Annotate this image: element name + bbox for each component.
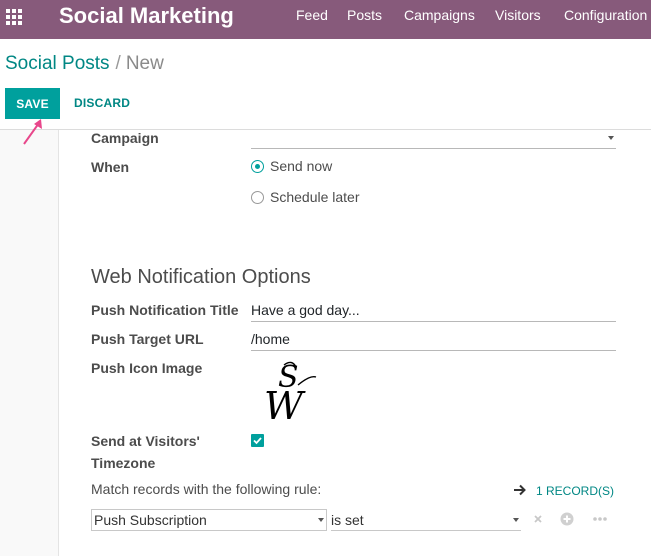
app-title[interactable]: Social Marketing <box>59 3 234 29</box>
rule-field-value: Push Subscription <box>94 512 207 528</box>
radio-schedule-later[interactable] <box>251 191 264 204</box>
timezone-label-line1: Send at Visitors' <box>91 433 200 449</box>
menu-visitors[interactable]: Visitors <box>495 7 541 23</box>
menu-posts[interactable]: Posts <box>347 7 382 23</box>
rule-operator-select[interactable]: is set <box>331 509 521 531</box>
svg-text:W: W <box>264 384 306 425</box>
save-button[interactable]: SAVE <box>5 88 60 119</box>
apps-grid-icon[interactable] <box>6 9 24 27</box>
breadcrumb: Social Posts / New <box>5 53 164 75</box>
remove-icon[interactable] <box>533 514 543 524</box>
push-title-value: Have a god day... <box>251 302 360 318</box>
push-url-value: /home <box>251 331 290 347</box>
breadcrumb-parent[interactable]: Social Posts <box>5 53 110 74</box>
annotation-arrow-icon <box>23 119 42 145</box>
breadcrumb-separator: / <box>115 53 121 74</box>
rule-operator-dropdown-icon[interactable] <box>513 518 519 522</box>
push-icon-label: Push Icon Image <box>91 360 203 376</box>
send-now-label[interactable]: Send now <box>270 158 332 174</box>
arrow-right-icon <box>514 484 526 496</box>
rule-operator-value: is set <box>331 512 364 528</box>
timezone-checkbox[interactable] <box>251 434 264 447</box>
campaign-label: Campaign <box>91 130 159 146</box>
top-navbar: Social Marketing Feed Posts Campaigns Vi… <box>0 0 651 39</box>
more-icon[interactable] <box>592 516 608 522</box>
control-panel: Social Posts / New SAVE DISCARD <box>0 39 651 130</box>
campaign-dropdown-icon[interactable] <box>608 136 614 140</box>
when-label: When <box>91 159 130 175</box>
rule-field-dropdown-icon[interactable] <box>318 518 324 522</box>
rule-field-select[interactable]: Push Subscription <box>91 509 327 531</box>
push-icon-image[interactable]: S W <box>262 357 320 425</box>
radio-send-now[interactable] <box>251 160 264 173</box>
push-url-input[interactable]: /home <box>251 329 616 351</box>
records-count-link[interactable]: 1 RECORD(S) <box>536 484 614 498</box>
campaign-select[interactable] <box>251 130 616 149</box>
menu-configuration[interactable]: Configuration <box>564 7 647 23</box>
timezone-label-line2: Timezone <box>91 455 156 471</box>
push-url-label: Push Target URL <box>91 331 204 347</box>
push-title-label: Push Notification Title <box>91 302 239 318</box>
checkmark-icon <box>253 437 262 445</box>
add-icon[interactable] <box>560 512 574 526</box>
menu-feed[interactable]: Feed <box>296 7 328 23</box>
rule-text: Match records with the following rule: <box>91 481 322 497</box>
schedule-later-label[interactable]: Schedule later <box>270 189 360 205</box>
breadcrumb-current: New <box>125 53 164 74</box>
section-title: Web Notification Options <box>91 266 311 288</box>
push-title-input[interactable]: Have a god day... <box>251 300 616 322</box>
discard-button[interactable]: DISCARD <box>74 96 130 110</box>
menu-campaigns[interactable]: Campaigns <box>404 7 475 23</box>
